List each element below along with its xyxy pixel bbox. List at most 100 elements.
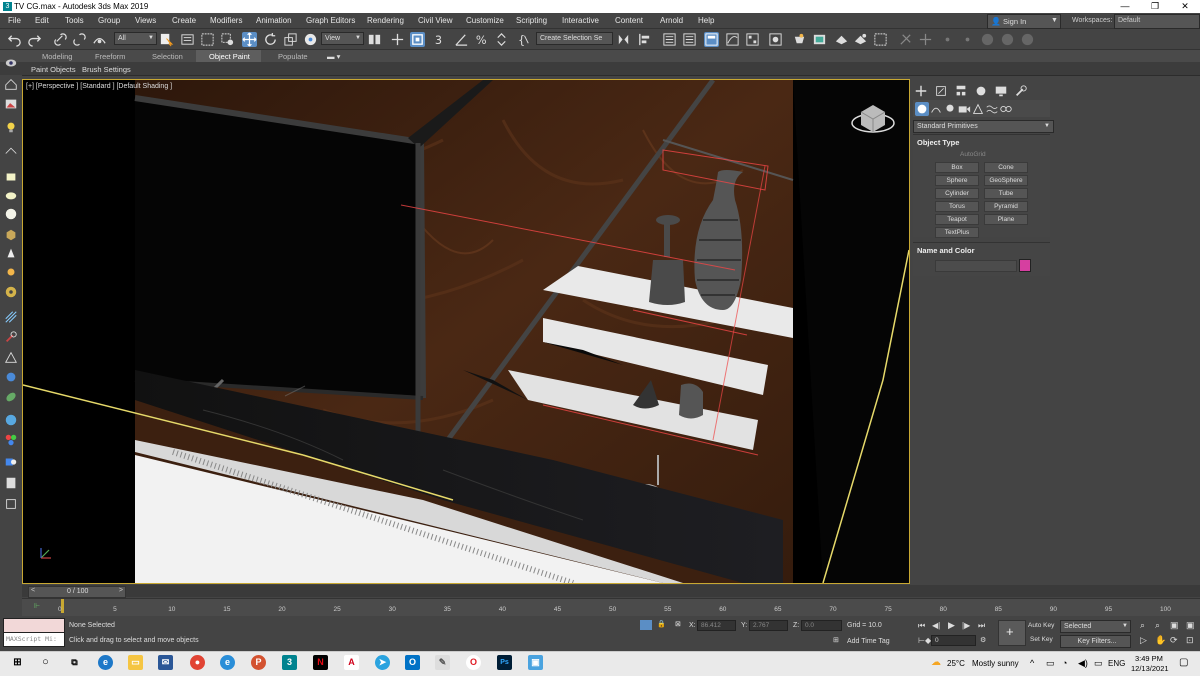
- color-dots-icon[interactable]: [4, 433, 18, 447]
- globe-icon[interactable]: [4, 413, 18, 427]
- schematic-view-icon[interactable]: [745, 32, 760, 47]
- netflix-icon[interactable]: N: [313, 655, 328, 670]
- arnold-light-icon[interactable]: [918, 32, 933, 47]
- mirror-icon[interactable]: [616, 32, 631, 47]
- systems-icon[interactable]: [999, 102, 1013, 116]
- menu-customize[interactable]: Customize: [466, 16, 504, 25]
- render-iterative-icon[interactable]: [853, 32, 868, 47]
- network-icon[interactable]: ▭: [1046, 658, 1055, 669]
- zoom-extents-icon[interactable]: ▣: [1170, 620, 1179, 631]
- select-and-move-icon[interactable]: [242, 32, 257, 47]
- angle-snap-icon[interactable]: [454, 32, 469, 47]
- menu-file[interactable]: File: [8, 16, 21, 25]
- modify-tab-icon[interactable]: [934, 84, 948, 98]
- menu-tools[interactable]: Tools: [65, 16, 84, 25]
- opera-icon[interactable]: O: [466, 655, 481, 670]
- cylinder-button[interactable]: Cylinder: [935, 188, 979, 199]
- menu-arnold[interactable]: Arnold: [660, 16, 683, 25]
- name-and-color-title[interactable]: Name and Color: [917, 246, 975, 255]
- menu-civil-view[interactable]: Civil View: [418, 16, 453, 25]
- select-and-rotate-icon[interactable]: [263, 32, 278, 47]
- cone-primitive-icon[interactable]: [4, 188, 18, 202]
- auto-key-button[interactable]: Auto Key: [1028, 622, 1054, 629]
- material-editor-icon[interactable]: [768, 32, 783, 47]
- track-bar-icon[interactable]: ⊩: [34, 602, 40, 610]
- select-and-scale-icon[interactable]: [283, 32, 298, 47]
- image-icon[interactable]: [4, 97, 18, 111]
- mail-icon[interactable]: ✉: [158, 655, 173, 670]
- workspace-select[interactable]: Default: [1114, 14, 1200, 29]
- prev-key-icon[interactable]: ◀|: [932, 621, 940, 630]
- current-frame-field[interactable]: 0: [931, 635, 976, 646]
- set-key-label[interactable]: Set Key: [1030, 636, 1053, 643]
- battery-icon[interactable]: ▭: [1094, 658, 1103, 669]
- spinner-snap-icon[interactable]: [494, 32, 509, 47]
- select-object-icon[interactable]: [159, 32, 174, 47]
- perspective-viewport[interactable]: [22, 79, 910, 584]
- geosphere-button[interactable]: GeoSphere: [984, 175, 1028, 186]
- render-setup-icon[interactable]: [792, 32, 807, 47]
- percent-snap-icon[interactable]: %: [474, 32, 489, 47]
- tab-populate[interactable]: Populate: [278, 52, 308, 61]
- notification-icon[interactable]: ▢: [1179, 657, 1188, 668]
- weather-desc[interactable]: Mostly sunny: [972, 659, 1019, 668]
- select-manipulate-icon[interactable]: [390, 32, 405, 47]
- clock-date[interactable]: 12/13/2021: [1131, 664, 1169, 673]
- menu-scripting[interactable]: Scripting: [516, 16, 547, 25]
- shapes-icon[interactable]: [929, 102, 943, 116]
- next-frame-icon[interactable]: >: [119, 587, 123, 594]
- hierarchy-icon[interactable]: [4, 370, 18, 384]
- box-button[interactable]: Box: [935, 162, 979, 173]
- cameras-icon[interactable]: [957, 102, 971, 116]
- named-selection-set-dropdown[interactable]: Create Selection Se: [536, 32, 613, 45]
- leaf-icon[interactable]: [4, 390, 18, 404]
- tray-chevron-icon[interactable]: ^: [1030, 658, 1034, 668]
- pivot-center-icon[interactable]: [367, 32, 382, 47]
- key-mode-dropdown[interactable]: Selected ▼: [1060, 620, 1131, 633]
- home-icon[interactable]: [4, 77, 18, 91]
- object-name-field[interactable]: [935, 260, 1017, 272]
- bind-spacewarp-icon[interactable]: [92, 32, 107, 47]
- ribbon-options-icon[interactable]: ▬ ▾: [327, 52, 340, 61]
- menu-group[interactable]: Group: [98, 16, 120, 25]
- selection-filter-dropdown[interactable]: All ▼: [114, 32, 157, 45]
- sphere-primitive-icon[interactable]: [4, 207, 18, 221]
- align-icon[interactable]: [637, 32, 652, 47]
- wrench-icon[interactable]: [4, 330, 18, 344]
- menu-create[interactable]: Create: [172, 16, 196, 25]
- photoshop-icon[interactable]: Ps: [497, 655, 512, 670]
- box-primitive-icon[interactable]: [4, 170, 18, 184]
- edit-named-selection-icon[interactable]: {: [517, 32, 532, 47]
- plane-button[interactable]: Plane: [984, 214, 1028, 225]
- unlink-icon[interactable]: [72, 32, 87, 47]
- sign-in-dropdown[interactable]: 👤 Sign In ▼: [987, 14, 1061, 29]
- zoom-icon[interactable]: ⌕: [1140, 620, 1145, 631]
- flatten-icon[interactable]: [4, 143, 18, 157]
- arnold-tool-icon[interactable]: [898, 32, 913, 47]
- script-icon[interactable]: [4, 476, 18, 490]
- key-filters-button[interactable]: Key Filters...: [1060, 635, 1131, 648]
- curve-editor-icon[interactable]: [725, 32, 740, 47]
- menu-views[interactable]: Views: [135, 16, 156, 25]
- helpers-icon[interactable]: [971, 102, 985, 116]
- toggle-layer-explorer-icon[interactable]: [682, 32, 697, 47]
- cylinder-primitive-icon[interactable]: [4, 246, 18, 260]
- absolute-mode-icon[interactable]: ⊠: [675, 620, 681, 628]
- sun-icon[interactable]: [4, 265, 18, 279]
- create-tab-icon[interactable]: [914, 84, 928, 98]
- time-tag-icon[interactable]: ⊞: [833, 636, 839, 644]
- maximize-button[interactable]: ❐: [1140, 0, 1170, 13]
- torus-primitive-icon[interactable]: [4, 285, 18, 299]
- weather-icon[interactable]: ☁: [931, 657, 941, 668]
- link-icon[interactable]: [53, 32, 68, 47]
- space-warps-icon[interactable]: [985, 102, 999, 116]
- menu-interactive[interactable]: Interactive: [562, 16, 599, 25]
- search-icon[interactable]: ○: [38, 655, 53, 670]
- minimize-button[interactable]: —: [1110, 0, 1140, 13]
- undo-icon[interactable]: [7, 32, 22, 47]
- go-to-start-icon[interactable]: ⏮: [918, 621, 925, 631]
- play-icon[interactable]: ▶: [948, 620, 955, 631]
- hierarchy-tab-icon[interactable]: [954, 84, 968, 98]
- x-coordinate-field[interactable]: 86.412: [697, 620, 736, 631]
- tab-selection[interactable]: Selection: [152, 52, 183, 61]
